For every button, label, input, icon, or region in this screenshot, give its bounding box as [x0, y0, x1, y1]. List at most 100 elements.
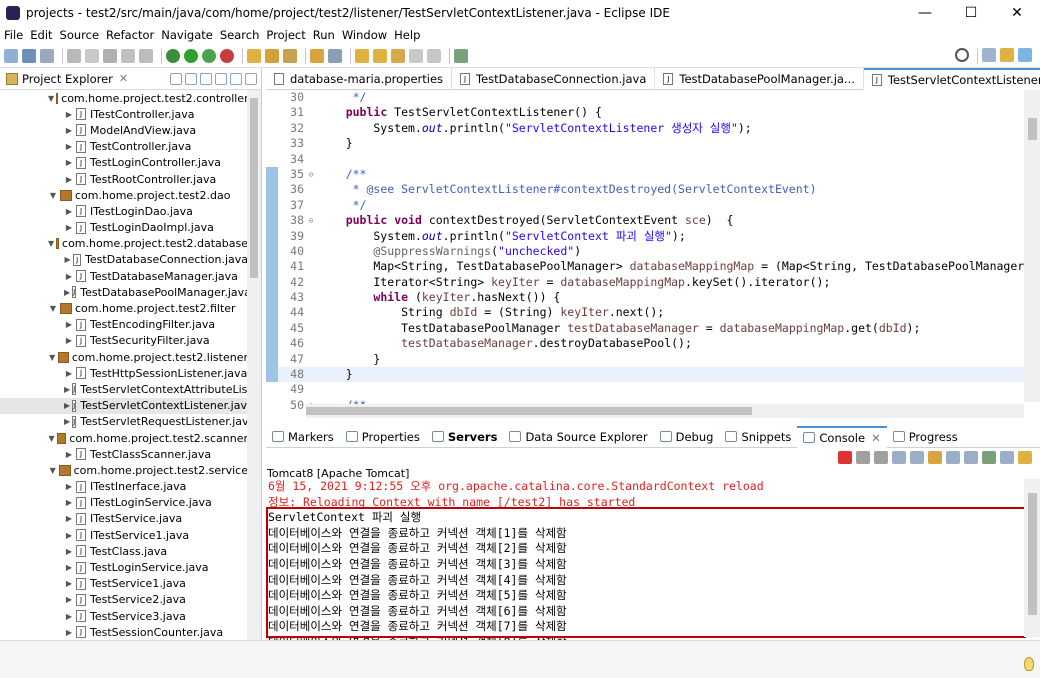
filter-icon[interactable] [200, 72, 212, 85]
scroll-lock-icon[interactable] [910, 450, 924, 464]
tree-package[interactable]: ▼ com.home.project.test2.filter [0, 300, 248, 316]
menu-help[interactable]: Help [394, 28, 420, 42]
tree-file[interactable]: ▶ J TestServletContextAttributeListe [0, 381, 248, 397]
last-edit-location-icon[interactable] [391, 48, 405, 63]
tree-file[interactable]: ▶ J TestLoginService.java [0, 559, 248, 575]
code-line[interactable]: 49 [266, 382, 1040, 397]
word-wrap-console-icon[interactable] [928, 450, 942, 464]
fold-icon[interactable] [304, 229, 318, 244]
menu-file[interactable]: File [4, 28, 23, 42]
code-line[interactable]: 38 ⊖ public void contextDestroyed(Servlet… [266, 213, 1040, 229]
tree-file[interactable]: ▶ J TestDatabaseManager.java [0, 268, 248, 284]
fold-icon[interactable] [304, 152, 318, 167]
new-package-icon[interactable] [265, 48, 279, 63]
tree-file[interactable]: ▶ J TestService3.java [0, 608, 248, 624]
open-perspective-icon[interactable] [982, 48, 996, 62]
fold-icon[interactable] [304, 244, 318, 259]
new-java-project-icon[interactable] [247, 48, 261, 63]
tree-package[interactable]: ▼ com.home.project.test2.dao [0, 187, 248, 203]
fold-icon[interactable] [304, 305, 318, 320]
collapse-arrow-icon[interactable]: ▼ [48, 466, 57, 475]
bottom-tab-snippets[interactable]: Snippets [719, 426, 797, 448]
menu-run[interactable]: Run [313, 28, 335, 42]
editor-vscroll-thumb[interactable] [1028, 118, 1037, 140]
fold-icon[interactable] [304, 336, 318, 351]
coverage-icon[interactable] [202, 48, 216, 63]
tree-file[interactable]: ▶ J ITestInerface.java [0, 479, 248, 495]
tree-file[interactable]: ▶ J TestHttpSessionListener.java [0, 365, 248, 381]
close-icon[interactable]: ✕ [871, 431, 881, 445]
fold-icon[interactable] [304, 321, 318, 336]
code-line[interactable]: 33 } [266, 136, 1040, 151]
code-line[interactable]: 42 Iterator<String> keyIter = databaseMa… [266, 274, 1040, 291]
collapse-arrow-icon[interactable]: ▼ [48, 94, 54, 103]
tree-file[interactable]: ▶ J TestLoginController.java [0, 155, 248, 171]
tree-file[interactable]: ▶ J TestDatabaseConnection.java [0, 252, 248, 268]
editor-tab[interactable]: J TestDatabasePoolManager.ja... [655, 68, 864, 90]
fold-icon[interactable] [304, 105, 318, 120]
expand-arrow-icon[interactable]: ▶ [64, 595, 74, 604]
expand-arrow-icon[interactable]: ▶ [64, 272, 74, 281]
tree-file[interactable]: ▶ J TestSessionCounter.java [0, 624, 248, 640]
clear-console-icon[interactable] [892, 450, 906, 464]
menu-source[interactable]: Source [60, 28, 100, 42]
expand-arrow-icon[interactable]: ▶ [64, 563, 74, 572]
code-line[interactable]: 43 while (keyIter.hasNext()) { [266, 290, 1040, 306]
show-stderr-icon[interactable] [964, 450, 978, 464]
fold-icon[interactable]: ⊖ [304, 167, 318, 182]
tree-file[interactable]: ▶ J ITestService1.java [0, 527, 248, 543]
editor-hscroll-thumb[interactable] [306, 407, 752, 415]
collapse-arrow-icon[interactable]: ▼ [48, 191, 58, 200]
code-line[interactable]: 37 */ [266, 197, 1040, 214]
tip-bulb-icon[interactable] [1024, 657, 1034, 671]
expand-arrow-icon[interactable]: ▶ [64, 401, 70, 410]
tree-package[interactable]: ▼ com.home.project.test2.controller [0, 90, 248, 106]
close-icon[interactable]: ✕ [119, 72, 128, 85]
fold-icon[interactable] [304, 90, 318, 105]
view-menu-icon[interactable] [215, 72, 227, 85]
console-scrollbar[interactable] [1024, 479, 1040, 637]
expand-arrow-icon[interactable]: ▶ [64, 628, 74, 637]
tree-file[interactable]: ▶ J TestLoginDaoImpl.java [0, 220, 248, 236]
forward-icon[interactable] [427, 48, 441, 63]
remove-launch-icon[interactable] [856, 450, 870, 464]
expand-arrow-icon[interactable]: ▶ [64, 223, 74, 232]
menu-window[interactable]: Window [342, 28, 387, 42]
pin-console-icon[interactable] [982, 450, 996, 464]
expand-arrow-icon[interactable]: ▶ [64, 110, 74, 119]
search-icon[interactable] [955, 48, 969, 62]
expand-arrow-icon[interactable]: ▶ [64, 547, 74, 556]
console-output[interactable]: 6월 15, 2021 9:12:55 오후 org.apache.catali… [266, 479, 1040, 649]
expand-arrow-icon[interactable]: ▶ [64, 385, 70, 394]
expand-arrow-icon[interactable]: ▶ [64, 126, 74, 135]
project-explorer-tab[interactable]: Project Explorer ✕ [0, 68, 261, 90]
menu-search[interactable]: Search [220, 28, 260, 42]
maximize-view-icon[interactable] [245, 72, 257, 85]
remove-all-launches-icon[interactable] [874, 450, 888, 464]
link-with-editor-icon[interactable] [185, 72, 197, 85]
expand-arrow-icon[interactable]: ▶ [64, 336, 74, 345]
code-line[interactable]: 44 String dbId = (String) keyIter.next()… [266, 305, 1040, 321]
expand-arrow-icon[interactable]: ▶ [64, 369, 74, 378]
toggle-mark-icon[interactable] [67, 48, 81, 63]
collapse-arrow-icon[interactable]: ▼ [48, 304, 58, 313]
bottom-tab-data-source-explorer[interactable]: Data Source Explorer [503, 426, 653, 448]
tree-file[interactable]: ▶ J ITestController.java [0, 106, 248, 122]
save-all-icon[interactable] [40, 48, 54, 63]
new-class-icon[interactable] [283, 48, 297, 63]
code-line[interactable]: 34 [266, 152, 1040, 167]
tree-file[interactable]: ▶ J ModelAndView.java [0, 122, 248, 138]
open-console-icon[interactable] [1018, 450, 1032, 464]
java-perspective-icon[interactable] [1018, 48, 1032, 62]
tree-package[interactable]: ▼ com.home.project.test2.listener [0, 349, 248, 365]
expand-arrow-icon[interactable]: ▶ [64, 498, 74, 507]
expand-arrow-icon[interactable]: ▶ [64, 612, 74, 621]
code-line[interactable]: 35 ⊖ /** [266, 166, 1040, 183]
next-annotation-icon[interactable] [355, 48, 369, 63]
editor-vertical-scrollbar[interactable] [1024, 90, 1040, 402]
menu-refactor[interactable]: Refactor [106, 28, 154, 42]
code-line[interactable]: 48 } [266, 367, 1040, 383]
tree-file[interactable]: ▶ J TestSecurityFilter.java [0, 333, 248, 349]
code-line[interactable]: 47 } [266, 351, 1040, 368]
expand-arrow-icon[interactable]: ▶ [64, 288, 70, 297]
